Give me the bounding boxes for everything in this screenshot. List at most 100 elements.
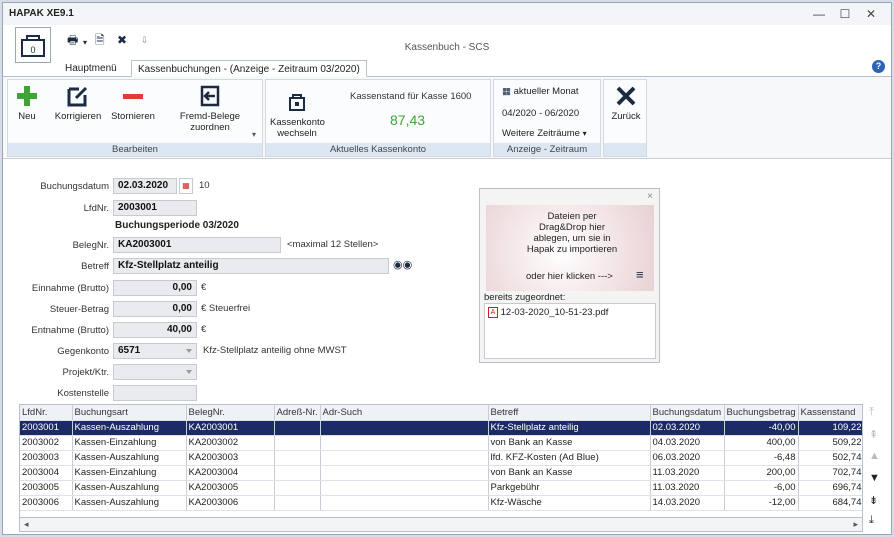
plus-icon — [17, 86, 37, 106]
aktueller-monat-button[interactable]: ▦ aktueller Monat — [502, 86, 579, 97]
table-cell: KA2003003 — [186, 450, 275, 466]
table-cell: lfd. KFZ-Kosten (Ad Blue) — [488, 450, 651, 466]
belegnr-input[interactable]: KA2003001 — [113, 237, 281, 253]
entnahme-currency: € — [201, 324, 207, 335]
table-row[interactable]: 2003002 Kassen-Einzahlung KA2003002 von … — [20, 435, 862, 451]
minimize-button[interactable]: — — [807, 5, 831, 23]
column-header[interactable]: Buchungsdatum — [650, 405, 725, 421]
table-cell: 11.03.2020 — [650, 480, 725, 496]
table-row[interactable]: 2003005 Kassen-Auszahlung KA2003005 Park… — [20, 480, 862, 496]
neu-button[interactable]: Neu — [12, 84, 42, 122]
gegenkonto-value: 6571 — [118, 345, 141, 356]
fremd-belege-label: Fremd-Belege zuordnen — [179, 111, 241, 133]
table-cell: von Bank an Kasse — [488, 465, 651, 481]
zeitraum-range-button[interactable]: 04/2020 - 06/2020 — [502, 108, 579, 119]
column-header[interactable]: Kassenstand — [798, 405, 862, 421]
einnahme-input[interactable]: 0,00 — [113, 280, 197, 296]
steuer-input[interactable]: 0,00 — [113, 301, 197, 317]
lfdnr-field: 2003001 — [113, 200, 197, 216]
gegenkonto-desc: Kfz-Stellplatz anteilig ohne MWST — [203, 345, 347, 356]
app-window: HAPAK XE9.1 — ☐ ✕ 0 🖶 ▾ 🗎 ✖ ⇩ Kassenbuch… — [2, 2, 892, 535]
entnahme-input[interactable]: 40,00 — [113, 322, 197, 338]
next-record-icon[interactable]: ▼ — [869, 472, 880, 484]
maximize-button[interactable]: ☐ — [833, 5, 857, 23]
file-dropzone[interactable]: × Dateien per Drag&Drop hier ablegen, um… — [479, 188, 660, 363]
column-header[interactable]: Buchungsart — [72, 405, 187, 421]
column-header[interactable]: LfdNr. — [20, 405, 73, 421]
column-header[interactable]: Betreff — [488, 405, 651, 421]
group-label-zeitraum: Anzeige - Zeitraum — [494, 143, 600, 156]
korrigieren-button[interactable]: Korrigieren — [50, 84, 106, 122]
table-cell: 02.03.2020 — [650, 420, 725, 436]
zurueck-label: Zurück — [611, 111, 641, 122]
betreff-input[interactable]: Kfz-Stellplatz anteilig — [113, 258, 389, 274]
help-icon[interactable]: ? — [872, 60, 885, 73]
window-title: HAPAK XE9.1 — [9, 8, 74, 19]
table-cell — [320, 450, 489, 466]
assigned-file-name: 12-03-2020_10-51-23.pdf — [500, 307, 609, 319]
table-row[interactable]: 2003004 Kassen-Einzahlung KA2003004 von … — [20, 465, 862, 481]
column-header[interactable]: BelegNr. — [186, 405, 275, 421]
chevron-down-icon: ▾ — [582, 129, 587, 138]
tab-hauptmenue[interactable]: Hauptmenü — [59, 60, 123, 77]
neu-label: Neu — [18, 111, 36, 122]
group-bearbeiten: Neu Korrigieren Stornieren Fremd-Belege … — [7, 79, 263, 157]
table-cell: 400,00 — [724, 435, 799, 451]
chevron-left-icon[interactable]: ◂ — [24, 519, 29, 530]
cashbox-icon — [289, 94, 305, 111]
table-row[interactable]: 2003001 Kassen-Auszahlung KA2003001 Kfz-… — [20, 420, 862, 436]
group-kassenkonto: Kassenkonto wechseln Kassenstand für Kas… — [265, 79, 491, 157]
table-row[interactable]: 2003003 Kassen-Auszahlung KA2003003 lfd.… — [20, 450, 862, 466]
kostenstelle-input[interactable] — [113, 385, 197, 401]
table-cell: 2003006 — [20, 495, 73, 511]
table-cell: 109,22 — [798, 420, 862, 436]
table-cell: -40,00 — [724, 420, 799, 436]
table-cell: 06.03.2020 — [650, 450, 725, 466]
table-cell: 200,00 — [724, 465, 799, 481]
column-header[interactable]: Adr-Such — [320, 405, 489, 421]
column-header[interactable]: Adreß-Nr. — [274, 405, 321, 421]
buchungsdatum-input[interactable]: 02.03.2020 — [113, 178, 177, 194]
kassenkonto-wechseln-button[interactable]: Kassenkonto wechseln — [270, 84, 325, 139]
dropzone-area[interactable]: Dateien per Drag&Drop hier ablegen, um s… — [486, 205, 654, 291]
chevron-down-icon[interactable]: ▾ — [252, 130, 256, 139]
stornieren-button[interactable]: Stornieren — [108, 84, 158, 122]
menu-icon[interactable]: ≡ — [636, 267, 644, 282]
dropzone-click-text[interactable]: oder hier klicken ---> — [526, 271, 613, 282]
dropzone-text: Dateien per Drag&Drop hier ablegen, um s… — [526, 211, 618, 255]
einnahme-label: Einnahme (Brutto) — [31, 283, 109, 294]
last-record-icon[interactable]: ⤓ — [869, 514, 874, 527]
fremd-belege-button[interactable]: Fremd-Belege zuordnen — [168, 84, 252, 133]
horizontal-scrollbar[interactable]: ◂ ▸ — [19, 518, 863, 532]
calendar-icon: ▦ — [502, 86, 511, 97]
close-icon — [616, 86, 636, 106]
zurueck-button[interactable]: Zurück — [606, 84, 646, 122]
chevron-right-icon[interactable]: ▸ — [853, 519, 858, 530]
previous-record-icon[interactable]: ▲ — [869, 450, 880, 462]
page-down-icon[interactable]: ⇟ — [869, 494, 878, 507]
gegenkonto-select[interactable]: 6571 — [113, 343, 197, 359]
page-up-icon[interactable]: ⇞ — [869, 428, 878, 441]
booking-form: Buchungsdatum 02.03.2020 ▦ 10 LfdNr. 200… — [3, 160, 891, 402]
calendar-picker-icon[interactable]: ▦ — [179, 178, 193, 194]
close-button[interactable]: ✕ — [859, 5, 883, 23]
table-cell: 509,22 — [798, 435, 862, 451]
tag-number: 10 — [199, 180, 210, 191]
group-label-kassenkonto: Aktuelles Kassenkonto — [266, 143, 490, 156]
pdf-icon: A — [488, 307, 498, 318]
table-cell — [274, 420, 321, 436]
projekt-select[interactable] — [113, 364, 197, 380]
table-row[interactable]: 2003006 Kassen-Auszahlung KA2003006 Kfz-… — [20, 495, 862, 511]
table-cell — [274, 450, 321, 466]
binoculars-icon[interactable]: ◉◉ — [393, 258, 412, 274]
weitere-zeitraeume-button[interactable]: Weitere Zeiträume ▾ — [502, 128, 587, 139]
assigned-file-item[interactable]: A 12-03-2020_10-51-23.pdf — [488, 307, 608, 318]
close-icon[interactable]: × — [647, 191, 653, 202]
table-cell: 502,74 — [798, 450, 862, 466]
column-header[interactable]: Buchungsbetrag — [724, 405, 799, 421]
table-cell — [274, 435, 321, 451]
kassenkonto-wechseln-label: Kassenkonto wechseln — [270, 117, 325, 139]
tab-kassenbuchungen[interactable]: Kassenbuchungen - (Anzeige - Zeitraum 03… — [131, 60, 367, 77]
first-record-icon[interactable]: ⤒ — [869, 406, 874, 419]
table-cell — [274, 480, 321, 496]
